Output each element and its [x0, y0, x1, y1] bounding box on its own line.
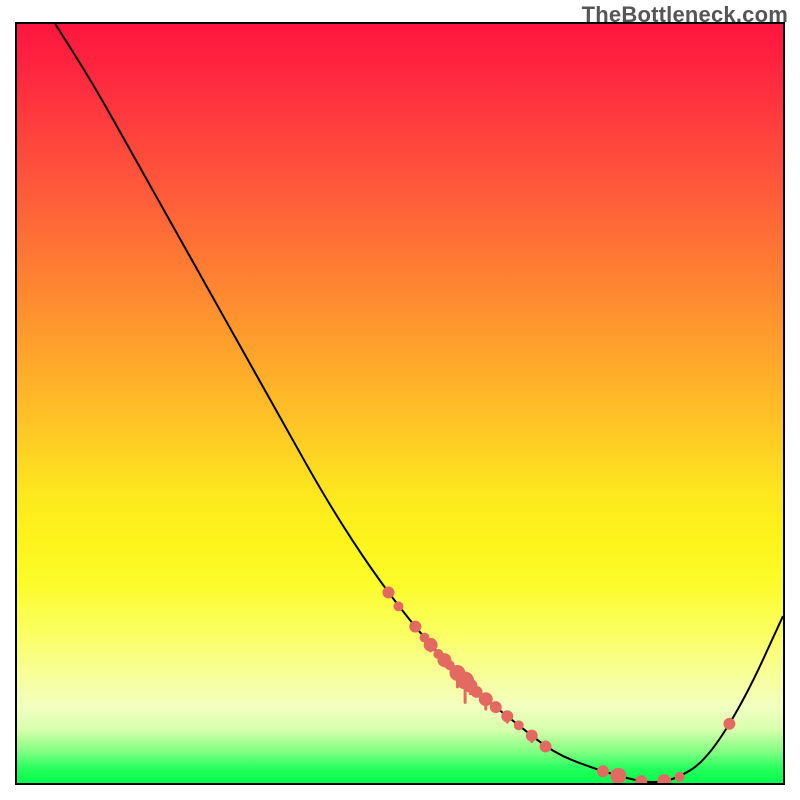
plot-frame: [15, 22, 785, 785]
data-marker: [657, 774, 671, 783]
data-marker: [383, 587, 395, 599]
data-marker: [393, 601, 403, 611]
data-marker: [675, 772, 685, 782]
data-marker: [501, 710, 513, 722]
data-marker: [540, 741, 552, 753]
plot-overlay: [17, 24, 783, 783]
data-marker: [526, 730, 538, 742]
data-marker: [424, 638, 438, 652]
data-marker: [514, 720, 524, 730]
chart-container: TheBottleneck.com: [0, 0, 800, 800]
data-marker: [635, 775, 647, 783]
data-marker: [490, 701, 502, 713]
data-marker: [597, 765, 609, 777]
data-marker: [409, 621, 421, 633]
bottleneck-curve: [17, 24, 783, 782]
data-marker: [723, 718, 735, 730]
data-marker: [610, 768, 626, 783]
